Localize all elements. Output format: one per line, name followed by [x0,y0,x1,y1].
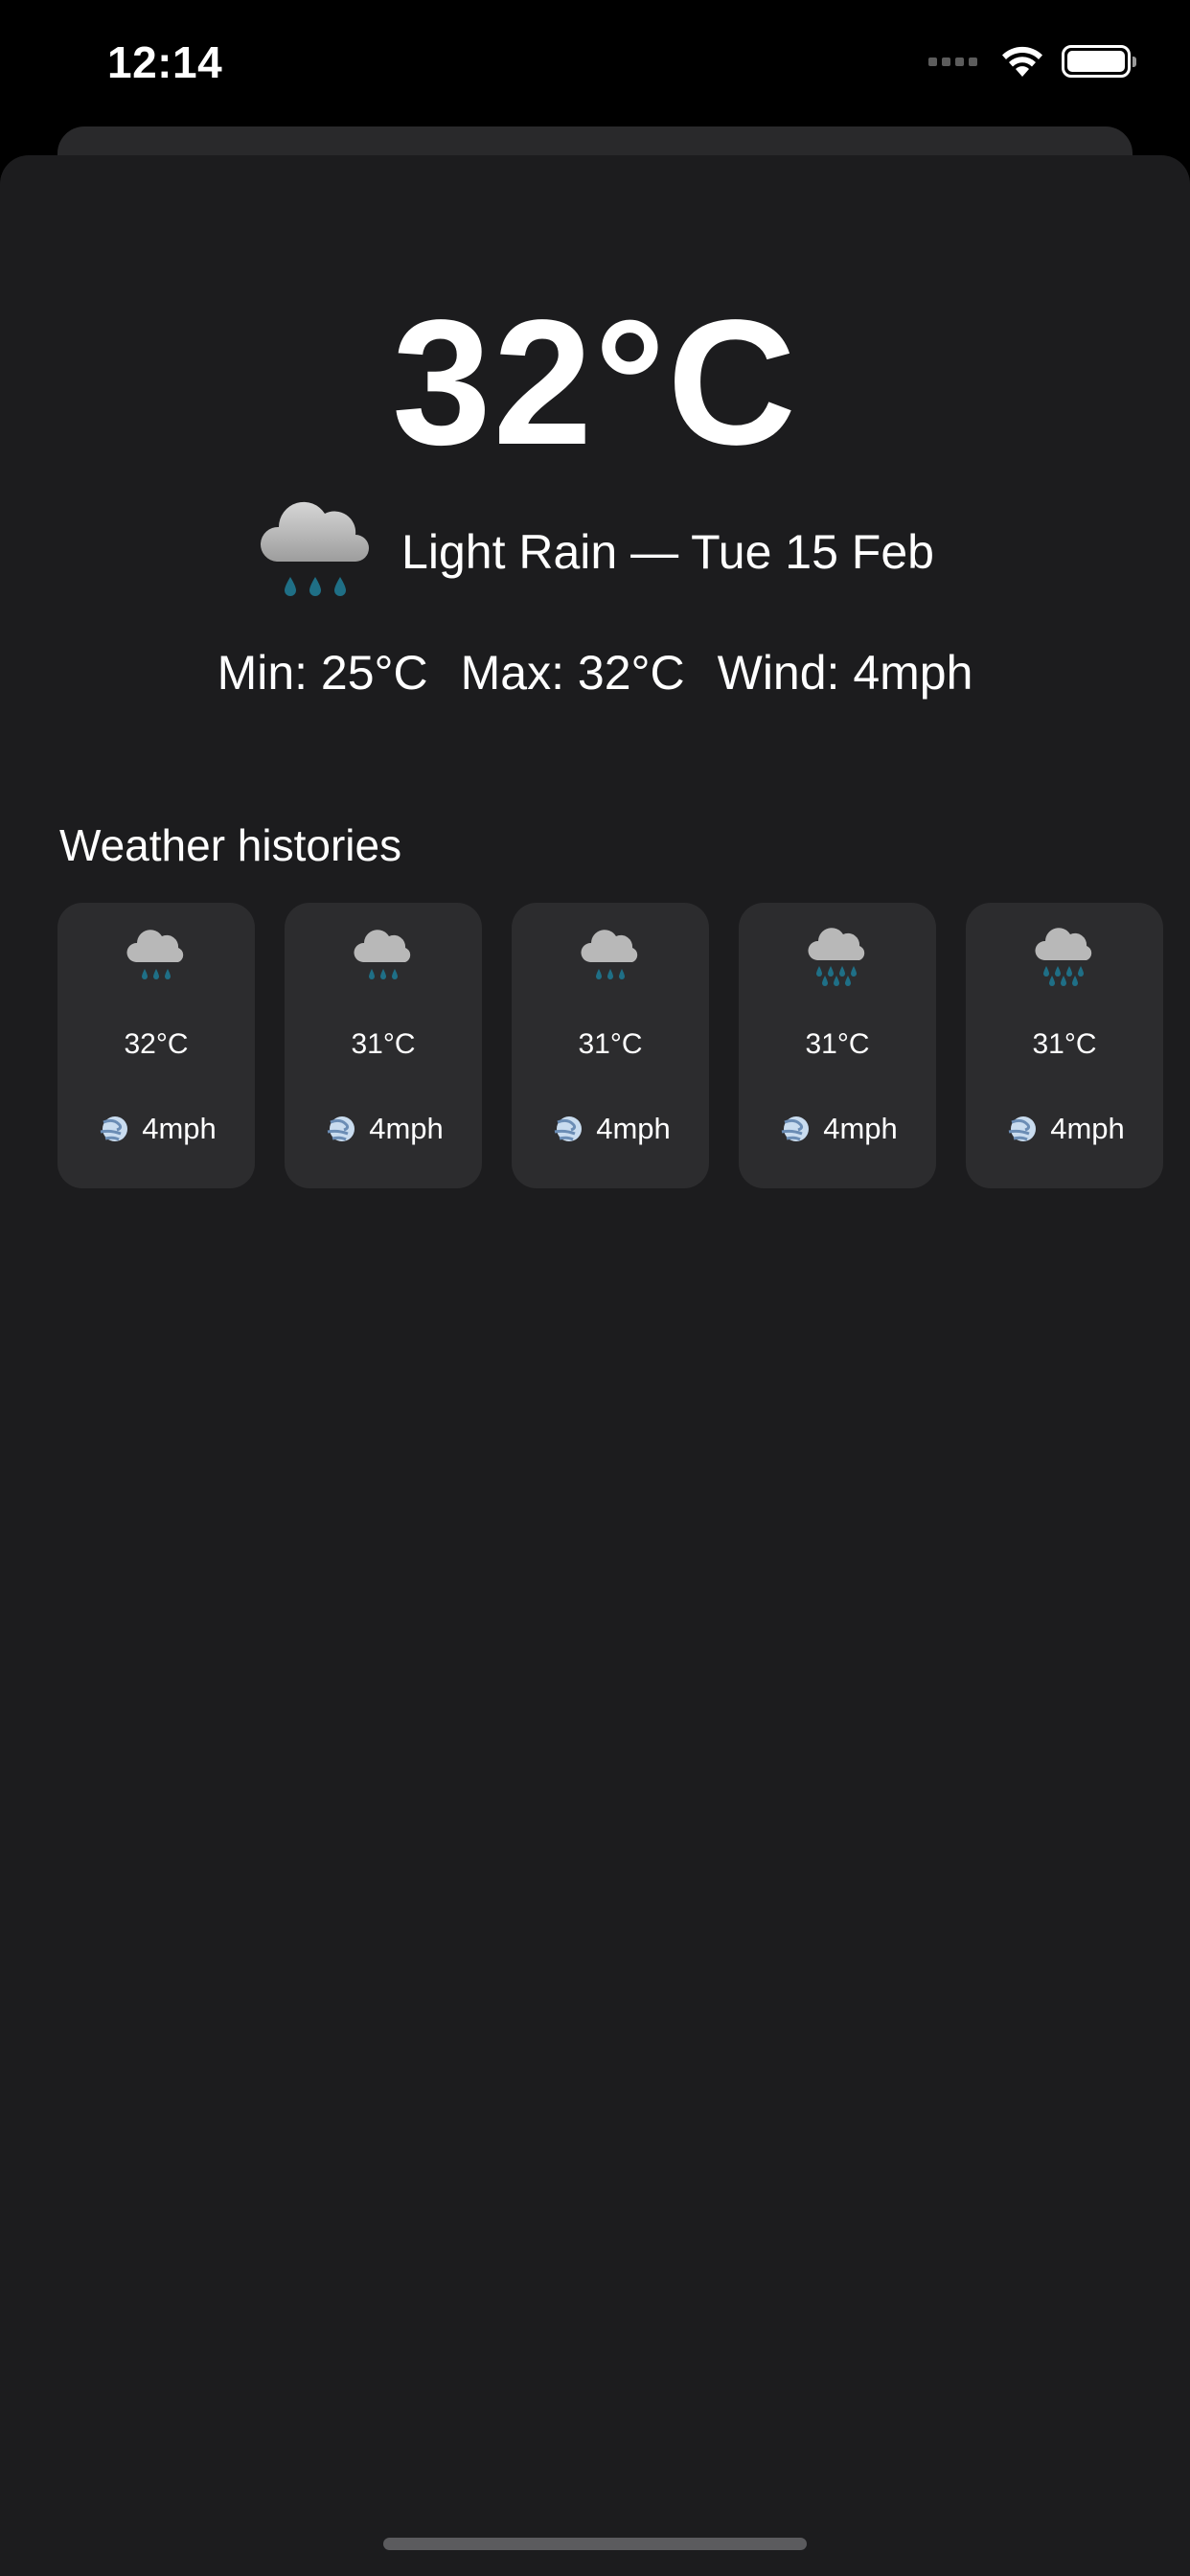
battery-icon [1062,45,1136,78]
history-wind-speed: 4mph [369,1112,444,1145]
history-wind: 4mph [966,1110,1163,1148]
history-temperature: 31°C [1032,1028,1097,1060]
cellular-signal-icon [928,57,977,66]
history-wind: 4mph [739,1110,936,1148]
section-title: Weather histories [59,820,402,870]
cloud-heavy-rain-icon [1035,928,1092,986]
cloud-rain-icon [261,501,370,596]
condition-row: Light Rain — Tue 15 Feb [0,498,1190,606]
stats-row: Min: 25°C Max: 32°C Wind: 4mph [0,642,1190,703]
history-list[interactable]: 32°C 4mph 31°C 4mph 31°C 4mph 31°C 4mph … [57,903,1163,1188]
history-wind-speed: 4mph [142,1112,217,1145]
history-temperature: 31°C [351,1028,416,1060]
history-card[interactable]: 32°C 4mph [57,903,255,1188]
wind-icon [1008,1116,1037,1141]
history-card[interactable]: 31°C 4mph [966,903,1163,1188]
status-time: 12:14 [107,37,223,87]
wind-icon [554,1116,583,1141]
history-wind-speed: 4mph [1050,1112,1125,1145]
wind-icon [100,1116,128,1141]
history-wind: 4mph [285,1110,482,1148]
history-temperature: 31°C [578,1028,643,1060]
history-wind: 4mph [512,1110,709,1148]
history-wind-speed: 4mph [596,1112,671,1145]
wind-icon [781,1116,810,1141]
cloud-heavy-rain-icon [808,928,865,986]
history-card[interactable]: 31°C 4mph [512,903,709,1188]
history-wind: 4mph [57,1110,255,1148]
history-wind-speed: 4mph [823,1112,898,1145]
history-card[interactable]: 31°C 4mph [739,903,936,1188]
history-temperature: 32°C [124,1028,189,1060]
status-bar: 12:14 [0,0,1190,134]
history-temperature: 31°C [805,1028,870,1060]
cloud-rain-icon [581,930,638,979]
cloud-rain-icon [354,930,411,979]
home-indicator[interactable] [383,2538,807,2550]
condition-text: Light Rain — Tue 15 Feb [401,525,934,579]
current-temperature: 32°C [392,284,798,482]
max-temperature: Max: 32°C [460,646,685,700]
history-card[interactable]: 31°C 4mph [285,903,482,1188]
wind-speed: Wind: 4mph [717,646,973,700]
status-icons [928,44,1136,79]
min-temperature: Min: 25°C [217,646,428,700]
wifi-icon [1002,46,1042,77]
cloud-rain-icon [126,930,184,979]
wind-icon [327,1116,355,1141]
